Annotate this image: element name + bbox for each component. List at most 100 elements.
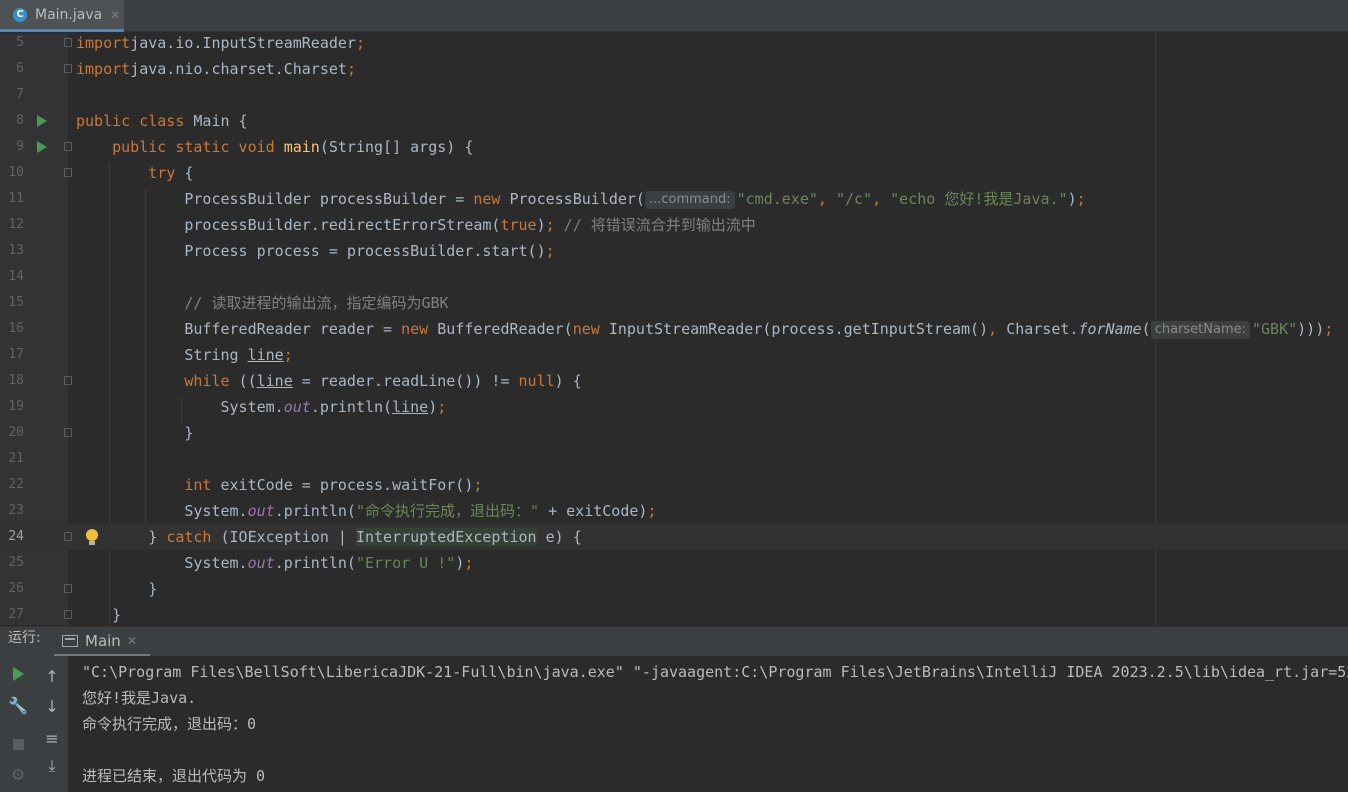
code-line[interactable]: 5 importjava.io.InputStreamReader; <box>0 33 1348 56</box>
code-line[interactable]: 7 <box>0 82 1348 108</box>
run-tab-label: Main <box>85 631 121 650</box>
line-number: 6 <box>16 61 24 76</box>
line-number: 21 <box>8 451 24 466</box>
editor-tab-bar: C Main.java ✕ <box>0 0 1348 32</box>
code-text: public static void main(String[] args) { <box>112 138 474 156</box>
line-number: 19 <box>8 399 24 414</box>
parameter-hint: ...command: <box>644 191 735 209</box>
debug-settings-button[interactable]: ⚙ <box>6 762 30 786</box>
run-gutter-icon[interactable] <box>37 115 47 127</box>
settings-button[interactable]: 🔧 <box>6 693 30 717</box>
code-line[interactable]: 10 try { <box>0 160 1348 186</box>
code-text: } <box>76 424 194 442</box>
scroll-to-end-icon: ⤓ <box>48 756 56 775</box>
fold-marker-icon[interactable] <box>64 584 72 593</box>
tab-main-java[interactable]: C Main.java ✕ <box>0 0 124 32</box>
console-line: 进程已结束，退出代码为 0 <box>82 767 266 785</box>
code-line[interactable]: 25 System.out.println("Error U !"); <box>0 550 1348 576</box>
line-number: 7 <box>16 87 24 102</box>
code-line[interactable]: 16 BufferedReader reader = new BufferedR… <box>0 316 1348 342</box>
code-line[interactable]: 8 public class Main { <box>0 108 1348 134</box>
code-line[interactable]: 14 <box>0 264 1348 290</box>
code-text: System.out.println(line); <box>76 398 447 416</box>
line-number: 5 <box>16 35 24 50</box>
code-line[interactable]: 11 ProcessBuilder processBuilder = new P… <box>0 186 1348 212</box>
console-output[interactable]: "C:\Program Files\BellSoft\LibericaJDK-2… <box>68 656 1348 792</box>
line-number: 9 <box>16 139 24 154</box>
code-line[interactable]: 21 <box>0 446 1348 472</box>
code-text: try { <box>148 164 194 182</box>
console-line: "C:\Program Files\BellSoft\LibericaJDK-2… <box>82 663 1348 681</box>
soft-wrap-button[interactable]: ≡ <box>40 726 64 750</box>
console-line: 您好!我是Java. <box>82 689 197 707</box>
code-line[interactable]: 17 String line; <box>0 342 1348 368</box>
wrench-icon: 🔧 <box>8 695 28 715</box>
fold-marker-icon[interactable] <box>64 610 72 619</box>
scroll-to-end-button[interactable]: ⤓ <box>40 754 64 778</box>
code-line[interactable]: 20 } <box>0 420 1348 446</box>
up-button[interactable]: ↑ <box>40 664 64 688</box>
code-text: System.out.println("命令执行完成，退出码：" + exitC… <box>76 502 657 520</box>
line-number: 25 <box>8 555 24 570</box>
console-line: 命令执行完成，退出码：0 <box>82 715 257 733</box>
tab-label: Main.java <box>35 6 103 23</box>
code-text: importjava.io.InputStreamReader; <box>76 34 365 52</box>
code-line[interactable]: 13 Process process = processBuilder.star… <box>0 238 1348 264</box>
close-icon[interactable]: ✕ <box>110 8 120 22</box>
code-line[interactable]: 24 } catch (IOException | InterruptedExc… <box>0 524 1348 550</box>
run-tab-main[interactable]: Main ✕ <box>54 627 150 657</box>
run-toolbar: ↑ 🔧 ↓ ≡ ⤓ ⚙ <box>0 656 68 792</box>
fold-marker-icon[interactable] <box>64 38 72 47</box>
line-number: 20 <box>8 425 24 440</box>
code-text: } <box>76 580 158 598</box>
code-line[interactable]: 15 // 读取进程的输出流，指定编码为GBK <box>0 290 1348 316</box>
code-text: importjava.nio.charset.Charset; <box>76 60 356 78</box>
fold-marker-icon[interactable] <box>64 428 72 437</box>
fold-marker-icon[interactable] <box>64 64 72 73</box>
code-line[interactable]: 27 } <box>0 602 1348 625</box>
code-text: } catch (IOException | InterruptedExcept… <box>76 528 582 546</box>
code-line[interactable]: 9 public static void main(String[] args)… <box>0 134 1348 160</box>
code-line[interactable]: 23 System.out.println("命令执行完成，退出码：" + ex… <box>0 498 1348 524</box>
code-text: // 读取进程的输出流，指定编码为GBK <box>76 294 449 312</box>
code-line[interactable]: 6 importjava.nio.charset.Charset; <box>0 56 1348 82</box>
line-number: 23 <box>8 503 24 518</box>
stop-button[interactable] <box>6 732 30 756</box>
code-text: int exitCode = process.waitFor(); <box>184 476 483 494</box>
code-line[interactable]: 18 while ((line = reader.readLine()) != … <box>0 368 1348 394</box>
fold-marker-icon[interactable] <box>64 168 72 177</box>
code-text: System.out.println("Error U !"); <box>76 554 474 572</box>
close-icon[interactable]: ✕ <box>127 634 137 648</box>
line-number: 8 <box>16 113 24 128</box>
code-line[interactable]: 12 processBuilder.redirectErrorStream(tr… <box>0 212 1348 238</box>
arrow-down-icon: ↓ <box>45 696 59 716</box>
stop-icon <box>12 738 24 750</box>
fold-marker-icon[interactable] <box>64 532 72 541</box>
line-number: 26 <box>8 581 24 596</box>
code-line[interactable]: 19 System.out.println(line); <box>0 394 1348 420</box>
line-number: 18 <box>8 373 24 388</box>
java-class-icon: C <box>13 7 27 22</box>
code-text: Process process = processBuilder.start()… <box>76 242 555 260</box>
code-editor[interactable]: 5 importjava.io.InputStreamReader; 6 import… <box>0 33 1348 625</box>
console-icon <box>62 634 78 647</box>
rerun-button[interactable] <box>6 662 30 686</box>
parameter-hint: charsetName: <box>1150 321 1250 339</box>
fold-marker-icon[interactable] <box>64 376 72 385</box>
line-number: 15 <box>8 295 24 310</box>
code-line[interactable]: 26 } <box>0 576 1348 602</box>
run-label: 运行: <box>8 630 41 646</box>
run-gutter-icon[interactable] <box>37 141 47 153</box>
line-number: 16 <box>8 321 24 336</box>
run-tool-window-header: 运行: Main ✕ <box>0 626 1348 657</box>
arrow-up-icon: ↑ <box>45 666 59 686</box>
code-text: } <box>76 606 122 624</box>
code-text: while ((line = reader.readLine()) != nul… <box>184 372 582 390</box>
code-line[interactable]: 22 int exitCode = process.waitFor(); <box>0 472 1348 498</box>
line-number: 10 <box>8 165 24 180</box>
down-button[interactable]: ↓ <box>40 694 64 718</box>
line-number: 22 <box>8 477 24 492</box>
fold-marker-icon[interactable] <box>64 142 72 151</box>
gear-icon: ⚙ <box>10 764 26 784</box>
line-number: 24 <box>8 529 24 544</box>
